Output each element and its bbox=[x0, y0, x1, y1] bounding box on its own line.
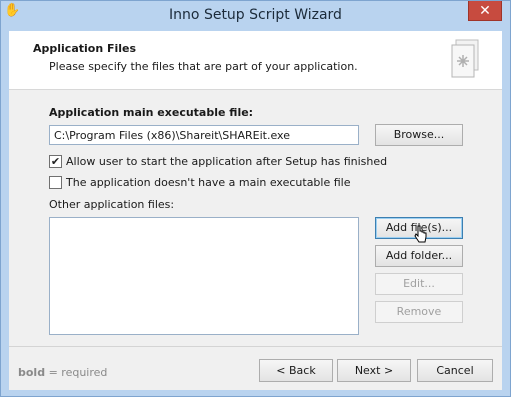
wizard-document-icon bbox=[451, 39, 479, 78]
remove-button[interactable]: Remove bbox=[375, 301, 463, 323]
checkmark-icon: ✔ bbox=[50, 155, 61, 168]
allow-start-checkbox[interactable]: ✔ bbox=[49, 155, 62, 168]
wizard-window: ✋ Inno Setup Script Wizard ✕ Application… bbox=[0, 0, 511, 397]
no-main-exe-checkbox[interactable] bbox=[49, 176, 62, 189]
edit-button[interactable]: Edit... bbox=[375, 273, 463, 295]
mouse-pointer-hand-icon bbox=[414, 225, 427, 243]
no-main-exe-label: The application doesn't have a main exec… bbox=[66, 176, 351, 189]
other-files-label: Other application files: bbox=[49, 198, 175, 211]
required-note-text: = required bbox=[45, 366, 108, 379]
footer-divider bbox=[9, 346, 502, 347]
title-bar[interactable]: ✋ Inno Setup Script Wizard ✕ bbox=[1, 1, 510, 31]
allow-start-label: Allow user to start the application afte… bbox=[66, 155, 388, 168]
cancel-button[interactable]: Cancel bbox=[417, 359, 493, 382]
required-note-bold: bold bbox=[18, 366, 46, 379]
next-button[interactable]: Next > bbox=[337, 359, 411, 382]
wizard-client-area: Application Files Please specify the fil… bbox=[9, 31, 502, 390]
main-exe-label: Application main executable file: bbox=[49, 106, 254, 119]
close-icon: ✕ bbox=[479, 3, 491, 19]
back-button[interactable]: < Back bbox=[259, 359, 333, 382]
close-button[interactable]: ✕ bbox=[468, 1, 502, 21]
page-title: Application Files bbox=[33, 42, 137, 55]
main-exe-field[interactable]: C:\Program Files (x86)\Shareit\SHAREit.e… bbox=[49, 125, 359, 145]
window-title: Inno Setup Script Wizard bbox=[169, 7, 342, 23]
add-folder-button[interactable]: Add folder... bbox=[375, 245, 463, 267]
other-files-list[interactable] bbox=[49, 217, 359, 335]
wizard-header: Application Files Please specify the fil… bbox=[9, 31, 502, 90]
browse-button[interactable]: Browse... bbox=[375, 124, 463, 146]
required-note: bold = required bbox=[18, 366, 107, 379]
page-subtitle: Please specify the files that are part o… bbox=[49, 60, 358, 73]
